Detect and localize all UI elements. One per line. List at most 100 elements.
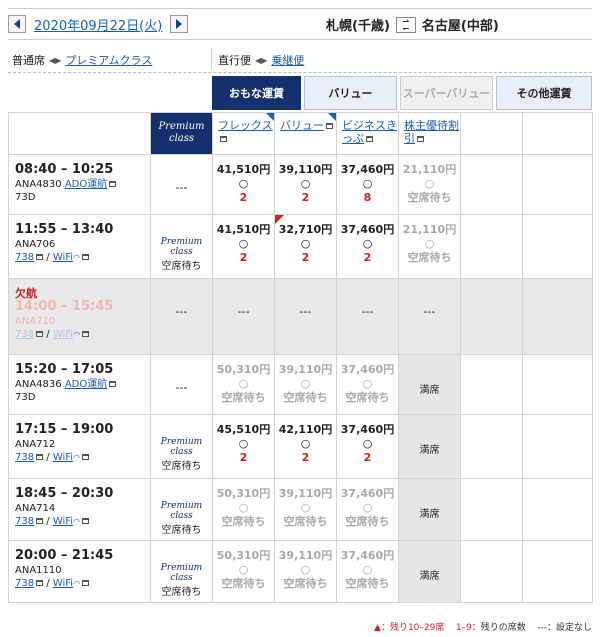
divider xyxy=(8,72,592,73)
table-row: 17:15 – 19:00 ANA712 738 / WiFi◠ Premium cl… xyxy=(8,414,593,479)
wifi-icon: ◠ xyxy=(73,517,81,526)
fare-cell[interactable]: 39,110円 ○ 空席待ち xyxy=(274,478,337,541)
prev-day-button[interactable] xyxy=(8,15,26,33)
seat-count: 空席待ち xyxy=(221,515,266,528)
fare-price: 39,110円 xyxy=(278,487,333,500)
fare-cell[interactable]: 37,460円 ○ 空席待ち xyxy=(336,354,399,415)
wifi-icon: ◠ xyxy=(73,253,81,262)
premium-cell[interactable]: Premium class 空席待ち xyxy=(150,414,213,479)
flight-info: 11:55 – 13:40 ANA706 738 / WiFi◠ xyxy=(8,214,151,279)
premium-cell[interactable]: Premium class 空席待ち xyxy=(150,478,213,541)
empty-cell xyxy=(522,540,593,603)
flight-time: 14:00 – 15:45 xyxy=(15,299,114,314)
availability-mark: ○ xyxy=(300,177,311,190)
route-switch-link[interactable]: 乗継便 xyxy=(271,52,304,68)
seat-count: 空席待ち xyxy=(345,577,390,590)
seat-count: 2 xyxy=(363,251,372,264)
flight-info: 17:15 – 19:00 ANA712 738 / WiFi◠ xyxy=(8,414,151,479)
tab-other-fares[interactable]: その他運賃 xyxy=(496,76,592,110)
seat-count: 8 xyxy=(363,191,372,204)
fare-price: 41,510円 xyxy=(216,223,271,236)
availability-mark: ○ xyxy=(300,563,311,576)
fare-price: 50,310円 xyxy=(216,487,271,500)
operator-link[interactable]: ADO運航 xyxy=(65,179,107,190)
flight-code: ANA4830 xyxy=(15,179,62,190)
aircraft-link[interactable]: 738 xyxy=(15,329,34,340)
aircraft-link[interactable]: 738 xyxy=(15,252,34,263)
availability-mark: ○ xyxy=(362,501,373,514)
fare-cell[interactable]: 21,110円 ○ 空席待ち xyxy=(398,214,461,279)
wifi-link[interactable]: WiFi xyxy=(53,329,73,340)
aircraft-link[interactable]: 738 xyxy=(15,516,34,527)
premium-class-logo: Premium class xyxy=(160,437,203,457)
fare-cell[interactable]: 32,710円 ○ 2 xyxy=(274,214,337,279)
fare-cell-soldout: 満席 xyxy=(398,414,461,479)
fare-price: 39,110円 xyxy=(278,363,333,376)
fare-cell[interactable]: 37,460円 ○ 空席待ち xyxy=(336,478,399,541)
fare-cell[interactable]: 50,310円 ○ 空席待ち xyxy=(212,540,275,603)
info-icon xyxy=(82,331,90,337)
fare-price: 32,710円 xyxy=(278,223,333,236)
tab-main-fares[interactable]: おもな運賃 xyxy=(212,76,301,110)
fare-cell[interactable]: 50,310円 ○ 空席待ち xyxy=(212,354,275,415)
premium-cell: --- xyxy=(150,154,213,215)
table-row: 11:55 – 13:40 ANA706 738 / WiFi◠ Premium cl… xyxy=(8,214,593,279)
fare-price: 50,310円 xyxy=(216,549,271,562)
flight-code: ANA710 xyxy=(15,316,56,327)
fare-cell[interactable]: 37,460円 ○ 空席待ち xyxy=(336,540,399,603)
seat-count: 空席待ち xyxy=(407,251,452,264)
wifi-link[interactable]: WiFi xyxy=(53,252,73,263)
fare-price: 21,110円 xyxy=(402,163,457,176)
fare-cell-soldout: 満席 xyxy=(398,478,461,541)
operator-link[interactable]: ADO運航 xyxy=(65,379,107,390)
wifi-icon: ◠ xyxy=(73,453,81,462)
fare-header-flex[interactable]: フレックス xyxy=(212,112,275,155)
fare-cell[interactable]: 37,460円 ○ 2 xyxy=(336,214,399,279)
wifi-link[interactable]: WiFi xyxy=(53,516,73,527)
date-link[interactable]: 2020年09月22日(火) xyxy=(34,15,162,34)
few-seats-flag-icon xyxy=(275,215,284,224)
fare-header-value[interactable]: バリュー xyxy=(274,112,337,155)
legend-range-key: 1–9 xyxy=(455,623,472,633)
swap-route-icon[interactable]: ⇀ ↽ xyxy=(395,16,416,33)
fare-cell[interactable]: 39,110円 ○ 空席待ち xyxy=(274,354,337,415)
flight-info: 18:45 – 20:30 ANA714 738 / WiFi◠ xyxy=(8,478,151,541)
fare-header-shareholder[interactable]: 株主優待割引 xyxy=(398,112,461,155)
fare-header-business[interactable]: ビジネスきっぷ xyxy=(336,112,399,155)
fare-cell[interactable]: 42,110円 ○ 2 xyxy=(274,414,337,479)
premium-cell[interactable]: Premium class 空席待ち xyxy=(150,540,213,603)
info-icon xyxy=(36,254,44,260)
next-day-button[interactable] xyxy=(170,15,189,33)
legend-range-text: ：残りの席数 xyxy=(471,623,526,633)
fare-cell[interactable]: 37,460円 ○ 8 xyxy=(336,154,399,215)
fare-cell[interactable]: 39,110円 ○ 空席待ち xyxy=(274,540,337,603)
fare-cell[interactable]: 37,460円 ○ 2 xyxy=(336,414,399,479)
fare-cell[interactable]: 39,110円 ○ 2 xyxy=(274,154,337,215)
flight-info: 20:00 – 21:45 ANA1110 738 / WiFi◠ xyxy=(8,540,151,603)
tab-value[interactable]: バリュー xyxy=(304,76,397,110)
chevron-right-icon xyxy=(176,19,183,29)
empty-cell xyxy=(460,414,523,479)
aircraft-type: 73D xyxy=(15,392,36,403)
info-icon xyxy=(82,254,90,260)
fare-cell[interactable]: 41,510円 ○ 2 xyxy=(212,214,275,279)
aircraft-link[interactable]: 738 xyxy=(15,578,34,589)
flight-info: 08:40 – 10:25 ANA4830 ADO運航 73D xyxy=(8,154,151,215)
seat-count: 2 xyxy=(301,251,310,264)
premium-cell[interactable]: Premium class 空席待ち xyxy=(150,214,213,279)
fare-cell[interactable]: 21,110円 ○ 空席待ち xyxy=(398,154,461,215)
fare-cell: --- xyxy=(336,278,399,355)
fare-cell[interactable]: 50,310円 ○ 空席待ち xyxy=(212,478,275,541)
seat-count: 2 xyxy=(239,251,248,264)
empty-cell xyxy=(460,478,523,541)
availability-mark: ○ xyxy=(300,237,311,250)
cabin-switch-link[interactable]: プレミアムクラス xyxy=(65,52,152,68)
switch-icon: ◀▶ xyxy=(255,55,268,65)
empty-cell xyxy=(460,354,523,415)
wifi-link[interactable]: WiFi xyxy=(53,452,73,463)
aircraft-link[interactable]: 738 xyxy=(15,452,34,463)
wifi-link[interactable]: WiFi xyxy=(53,578,73,589)
fare-cell[interactable]: 45,510円 ○ 2 xyxy=(212,414,275,479)
flight-code: ANA706 xyxy=(15,239,56,250)
fare-cell[interactable]: 41,510円 ○ 2 xyxy=(212,154,275,215)
